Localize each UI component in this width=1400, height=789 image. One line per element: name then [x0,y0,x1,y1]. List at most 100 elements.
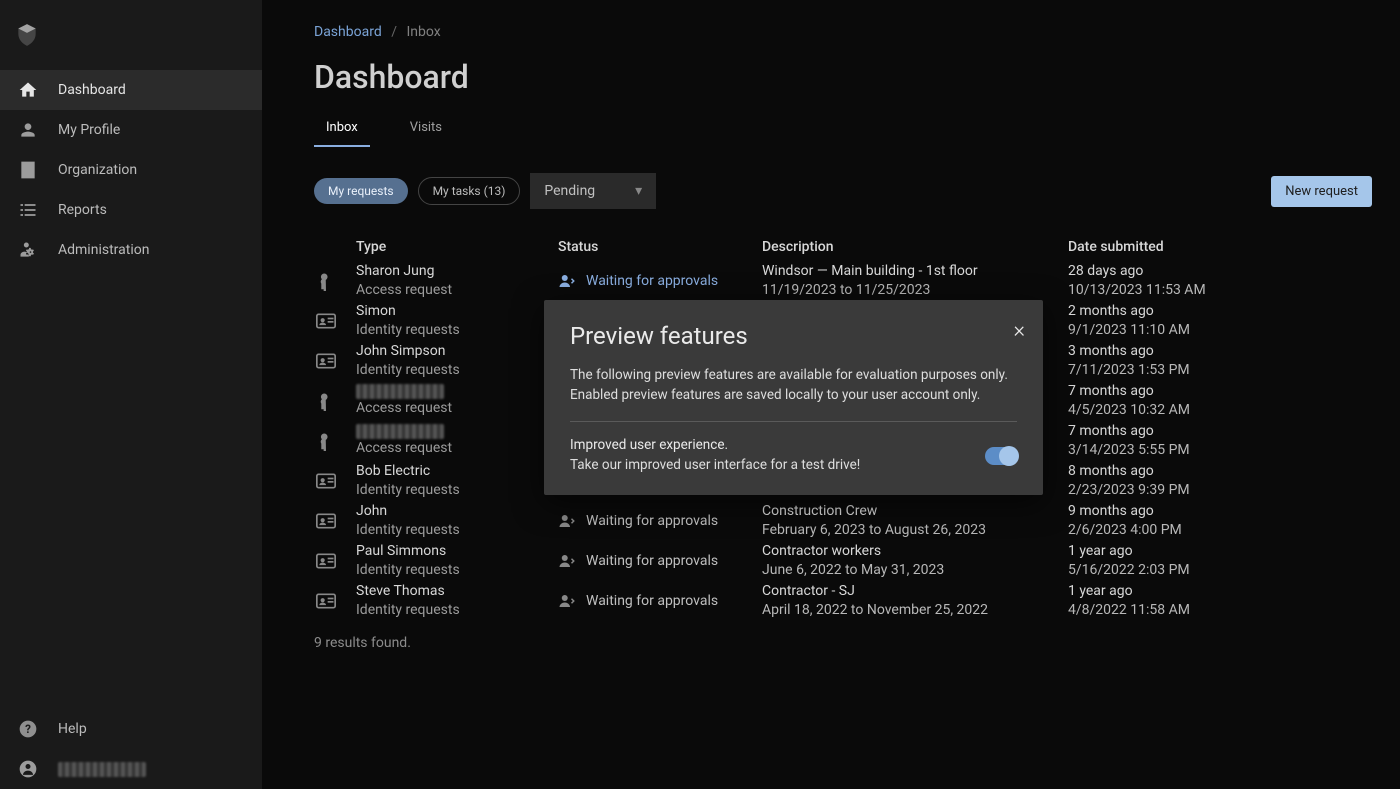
col-description: Description [762,239,1068,255]
row-desc-2: June 6, 2022 to May 31, 2023 [762,561,1068,580]
row-timestamp: 10/13/2023 11:53 AM [1068,281,1288,300]
row-name: Bob Electric [356,462,460,481]
nav-label: My Profile [58,122,120,138]
feature-toggle[interactable] [985,447,1017,465]
id-card-icon [314,593,356,609]
row-timestamp: 9/1/2023 11:10 AM [1068,321,1288,340]
nav-reports[interactable]: Reports [0,190,262,230]
row-subtype: Access request [356,439,452,458]
key-icon [314,391,356,411]
row-age: 7 months ago [1068,382,1288,401]
modal-title: Preview features [570,322,1017,350]
nav-help[interactable]: ? Help [0,709,262,749]
close-icon[interactable]: × [1013,318,1025,343]
breadcrumb-current: Inbox [406,24,440,40]
row-subtype: Identity requests [356,521,460,540]
row-subtype: Access request [356,399,452,418]
table-row[interactable]: Sharon Jung Access request Waiting for a… [314,261,1372,301]
row-desc-1: Contractor - SJ [762,582,1068,601]
preview-features-modal: Preview features × The following preview… [544,300,1043,495]
row-subtype: Access request [356,281,452,300]
row-timestamp: 2/23/2023 9:39 PM [1068,481,1288,500]
breadcrumb-root[interactable]: Dashboard [314,24,382,40]
row-desc-2: 11/19/2023 to 11/25/2023 [762,281,1068,300]
chevron-down-icon: ▾ [635,183,642,199]
row-age: 1 year ago [1068,582,1288,601]
nav-label: Organization [58,162,137,178]
admin-icon [16,238,40,262]
nav-dashboard[interactable]: Dashboard [0,70,262,110]
approval-icon [558,552,576,570]
row-age: 8 months ago [1068,462,1288,481]
app-logo [0,0,262,70]
row-timestamp: 4/8/2022 11:58 AM [1068,601,1288,620]
results-count: 9 results found. [314,635,1372,651]
row-age: 3 months ago [1068,342,1288,361]
row-subtype: Identity requests [356,361,460,380]
row-name: John Simpson [356,342,460,361]
breadcrumb: Dashboard / Inbox [314,0,1400,40]
table-headers: Type Status Description Date submitted [314,233,1372,261]
status-dropdown[interactable]: Pending ▾ [530,173,656,209]
name-redacted [356,384,444,399]
building-icon [16,158,40,182]
dropdown-value: Pending [544,183,595,199]
nav-account[interactable] [0,749,262,789]
row-timestamp: 4/5/2023 10:32 AM [1068,401,1288,420]
approval-icon [558,592,576,610]
page-title: Dashboard [314,58,1400,96]
modal-body: The following preview features are avail… [570,366,1017,405]
row-age: 7 months ago [1068,422,1288,441]
row-desc-1: Contractor workers [762,542,1068,561]
filter-my-tasks[interactable]: My tasks (13) [418,177,521,205]
row-age: 9 months ago [1068,502,1288,521]
row-timestamp: 7/11/2023 1:53 PM [1068,361,1288,380]
row-age: 1 year ago [1068,542,1288,561]
id-card-icon [314,473,356,489]
row-timestamp: 5/16/2022 2:03 PM [1068,561,1288,580]
row-status: Waiting for approvals [586,553,718,569]
id-card-icon [314,513,356,529]
col-date: Date submitted [1068,239,1288,255]
feature-subtitle: Take our improved user interface for a t… [570,456,985,476]
person-icon [16,118,40,142]
id-card-icon [314,553,356,569]
nav-label: Administration [58,242,149,258]
row-desc-2: April 18, 2022 to November 25, 2022 [762,601,1068,620]
row-timestamp: 3/14/2023 5:55 PM [1068,441,1288,460]
filter-row: My requests My tasks (13) Pending ▾ New … [314,173,1400,209]
row-age: 28 days ago [1068,262,1288,281]
id-card-icon [314,353,356,369]
col-status: Status [558,239,762,255]
account-icon [16,757,40,781]
table-row[interactable]: Paul Simmons Identity requests Waiting f… [314,541,1372,581]
row-name: Paul Simmons [356,542,460,561]
table-row[interactable]: Steve Thomas Identity requests Waiting f… [314,581,1372,621]
row-name: Simon [356,302,460,321]
row-desc-2: February 6, 2023 to August 26, 2023 [762,521,1068,540]
nav-profile[interactable]: My Profile [0,110,262,150]
row-desc-1: Construction Crew [762,502,1068,521]
key-icon [314,431,356,451]
new-request-button[interactable]: New request [1271,176,1372,207]
feature-row: Improved user experience. Take our impro… [570,436,1017,475]
feature-title: Improved user experience. [570,436,985,456]
nav: Dashboard My Profile Organization Report… [0,70,262,270]
filter-my-requests[interactable]: My requests [314,178,408,204]
account-name-redacted [58,762,146,777]
tab-inbox[interactable]: Inbox [314,110,370,147]
modal-separator [570,421,1017,422]
row-name: Steve Thomas [356,582,460,601]
nav-label: Reports [58,202,107,218]
row-subtype: Identity requests [356,481,460,500]
approval-icon [558,272,576,290]
row-desc-1: Windsor — Main building - 1st floor [762,262,1068,281]
svg-text:?: ? [25,722,31,736]
row-status: Waiting for approvals [586,273,718,289]
table-row[interactable]: John Identity requests Waiting for appro… [314,501,1372,541]
row-status: Waiting for approvals [586,593,718,609]
row-name: John [356,502,460,521]
tab-visits[interactable]: Visits [398,110,454,147]
nav-organization[interactable]: Organization [0,150,262,190]
nav-administration[interactable]: Administration [0,230,262,270]
